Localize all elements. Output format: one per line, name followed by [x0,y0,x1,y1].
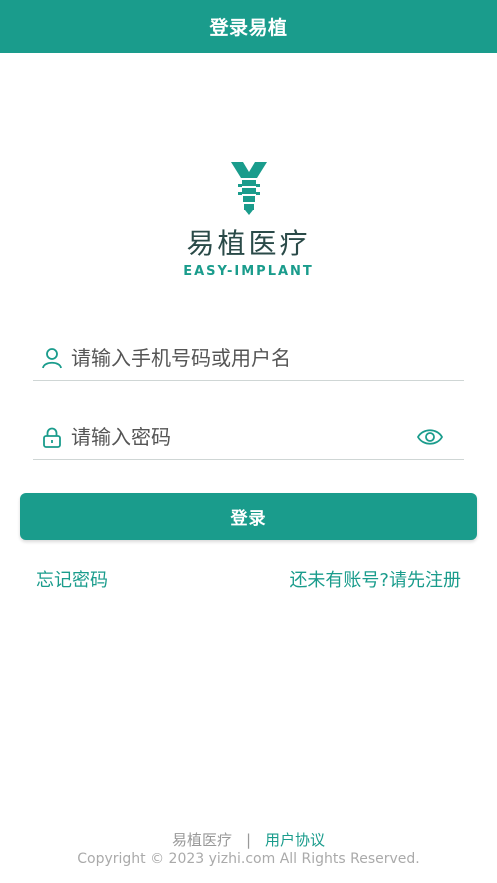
page-title: 登录易植 [209,17,288,39]
phone-input[interactable] [71,337,464,378]
logo-name-cn: 易植医疗 [186,227,311,260]
footer-brand: 易植医疗 [171,831,232,849]
password-input[interactable] [71,416,416,457]
logo-mark-icon [230,162,267,215]
footer-links: 易植医疗 | 用户协议 [0,829,497,850]
forgot-password-link[interactable]: 忘记密码 [36,566,108,592]
password-field [33,414,464,460]
header-bar: 登录易植 [0,0,497,53]
phone-field [33,335,464,381]
login-page: 登录易植 易植医疗 EASY-IMPLANT 请输入手机号码或用户名 登录 忘记… [0,0,497,883]
register-link[interactable]: 还未有账号?请先注册 [289,566,461,592]
eye-icon[interactable] [416,426,444,448]
footer-separator: | [245,830,252,849]
login-button[interactable]: 登录 [20,493,477,540]
copyright-text: Copyright © 2023 yizhi.com All Rights Re… [77,851,420,867]
user-agreement-link[interactable]: 用户协议 [265,829,325,850]
brand-logo: 易植医疗 EASY-IMPLANT [0,160,497,279]
logo-name-en: EASY-IMPLANT [183,264,314,279]
lock-icon [43,427,61,448]
user-icon [42,347,62,368]
